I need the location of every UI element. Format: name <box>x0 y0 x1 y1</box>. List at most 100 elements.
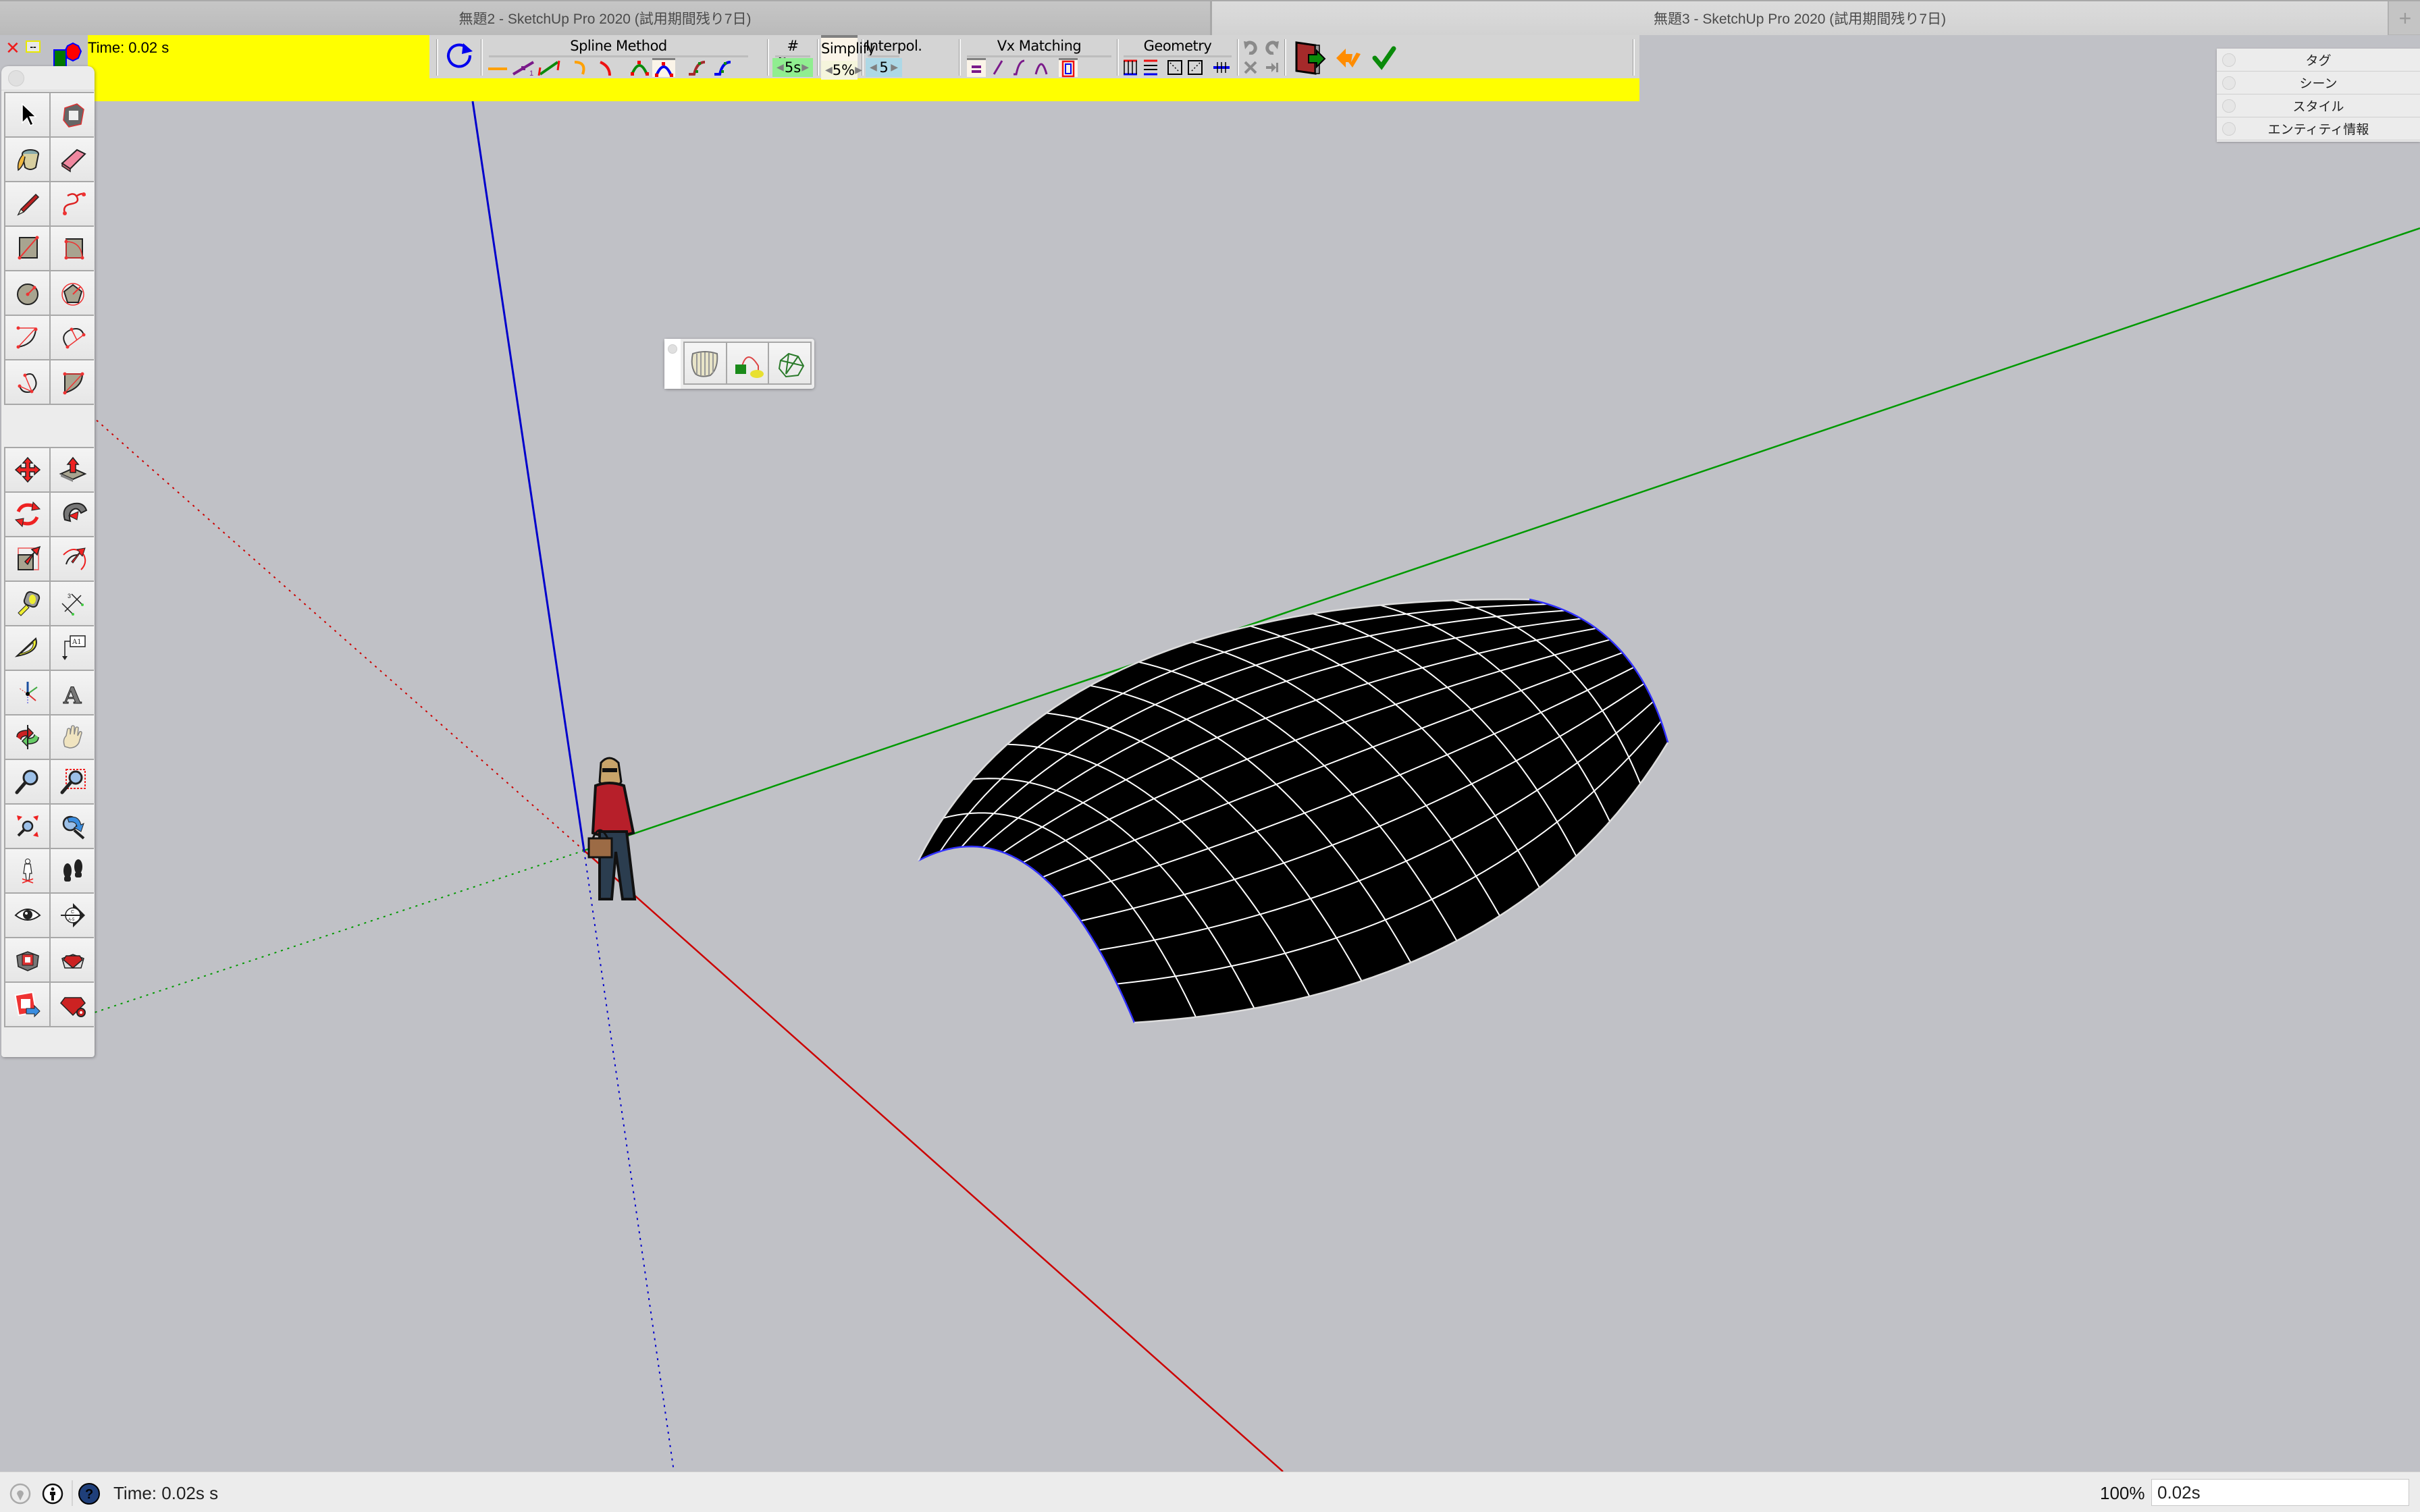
rotate-tool[interactable] <box>5 493 49 536</box>
zoom-extents-tool[interactable] <box>5 805 49 848</box>
curviloft-skin-button[interactable] <box>685 343 726 383</box>
follow-me-tool[interactable] <box>51 493 95 536</box>
move-tool[interactable] <box>5 448 49 491</box>
new-tab-button[interactable]: + <box>2390 1 2420 35</box>
refresh-button[interactable] <box>443 40 475 73</box>
toolbar-close-dot[interactable] <box>668 344 677 354</box>
exit-button[interactable] <box>1288 38 1329 77</box>
arc-tool[interactable] <box>5 316 49 359</box>
panel-toggle-icon[interactable] <box>2222 53 2236 67</box>
toolbar-grip[interactable] <box>664 339 681 389</box>
geometry-rows-button[interactable] <box>1141 58 1160 77</box>
layout-send-tool[interactable] <box>5 983 49 1026</box>
tab-untitled-2[interactable]: 無題2 - SketchUp Pro 2020 (試用期間残り7日) <box>0 1 1210 35</box>
vx-line-button[interactable] <box>989 58 1007 77</box>
cancel-button[interactable] <box>1241 58 1260 77</box>
circle-tool[interactable] <box>5 271 49 315</box>
panel-toggle-icon[interactable] <box>2222 99 2236 113</box>
method-bezier-green-button[interactable] <box>628 58 651 77</box>
method-bezier-blue-button[interactable] <box>652 58 675 77</box>
text-tool[interactable]: A1 <box>51 626 95 670</box>
select-tool[interactable] <box>5 93 49 136</box>
undo-button[interactable] <box>1241 38 1260 57</box>
scale-tool[interactable] <box>5 537 49 580</box>
paint-bucket-tool[interactable] <box>5 138 49 181</box>
surface-face[interactable] <box>918 599 1668 1023</box>
vx-scurve-button[interactable] <box>1010 58 1029 77</box>
method-arc-red-button[interactable] <box>594 58 617 77</box>
scale-figure-person[interactable] <box>587 757 637 900</box>
dimension-tool[interactable]: 3 <box>51 582 95 625</box>
zoom-tool[interactable] <box>5 760 49 803</box>
geometry-diag1-button[interactable] <box>1165 58 1184 77</box>
line-tool[interactable] <box>5 182 49 225</box>
jump-end-button[interactable] <box>1263 58 1282 77</box>
three-point-arc-tool[interactable] <box>5 360 49 404</box>
vx-equal-button[interactable] <box>967 58 986 77</box>
curviloft-loft-path-button[interactable] <box>727 343 768 383</box>
offset-tool[interactable] <box>51 537 95 580</box>
position-camera-tool[interactable] <box>5 849 49 892</box>
zoom-window-tool[interactable] <box>51 760 95 803</box>
panel-toggle-icon[interactable] <box>2222 122 2236 136</box>
orbit-tool[interactable] <box>5 716 49 759</box>
decrement-arrow[interactable]: ◀ <box>825 65 833 76</box>
extension-warehouse-tool[interactable] <box>51 938 95 981</box>
tape-measure-tool[interactable] <box>5 582 49 625</box>
method-polyline-button[interactable] <box>486 58 509 77</box>
pan-tool[interactable] <box>51 716 95 759</box>
push-pull-tool[interactable] <box>51 448 95 491</box>
minimize-button[interactable]: -- <box>26 40 41 53</box>
protractor-tool[interactable] <box>5 626 49 670</box>
walk-tool[interactable] <box>51 849 95 892</box>
make-component-tool[interactable] <box>51 93 95 136</box>
method-scurve-blue-button[interactable] <box>712 58 735 77</box>
extension-manager-tool[interactable] <box>51 983 95 1026</box>
redo-button[interactable] <box>1263 38 1282 57</box>
section-plane-tool[interactable]: C A-5 <box>51 894 95 937</box>
tray-item-scenes[interactable]: シーン <box>2217 72 2420 94</box>
credits-icon[interactable] <box>42 1483 63 1505</box>
tray-item-styles[interactable]: スタイル <box>2217 94 2420 117</box>
decrement-arrow[interactable]: ◀ <box>870 62 877 73</box>
eraser-tool[interactable] <box>51 138 95 181</box>
vx-frame-button[interactable] <box>1059 58 1078 77</box>
drawing-viewport[interactable] <box>0 35 2420 1472</box>
help-icon[interactable]: ? <box>78 1483 100 1505</box>
method-scurve-brown-button[interactable] <box>686 58 709 77</box>
geometry-columns-button[interactable] <box>1121 58 1140 77</box>
geometry-cross-button[interactable] <box>1211 58 1232 77</box>
palette-close-dot[interactable] <box>8 70 24 86</box>
tray-item-entity-info[interactable]: エンティティ情報 <box>2217 117 2420 140</box>
panel-toggle-icon[interactable] <box>2222 76 2236 90</box>
previous-view-tool[interactable] <box>51 805 95 848</box>
scene-canvas[interactable] <box>0 35 2420 1472</box>
method-polyline-1-button[interactable]: 1 <box>512 58 535 77</box>
increment-arrow[interactable]: ▶ <box>801 62 809 73</box>
validate-button[interactable] <box>1369 45 1399 72</box>
axes-tool[interactable] <box>5 671 49 714</box>
tray-item-tags[interactable]: タグ <box>2217 49 2420 72</box>
freehand-tool[interactable] <box>51 182 95 225</box>
look-around-tool[interactable] <box>5 894 49 937</box>
method-segments-button[interactable] <box>537 58 560 77</box>
vx-arc-button[interactable] <box>1032 58 1051 77</box>
geolocation-icon[interactable] <box>9 1483 31 1505</box>
geometry-diag2-button[interactable] <box>1186 58 1205 77</box>
rectangle-tool[interactable] <box>5 227 49 270</box>
3d-text-tool[interactable]: A <box>51 671 95 714</box>
pie-tool[interactable] <box>51 360 95 404</box>
increment-arrow[interactable]: ▶ <box>891 62 898 73</box>
restore-button[interactable] <box>1334 45 1364 72</box>
rotated-rectangle-tool[interactable] <box>51 227 95 270</box>
two-point-arc-tool[interactable] <box>51 316 95 359</box>
decrement-arrow[interactable]: ◀ <box>777 62 784 73</box>
segments-spinner[interactable]: ◀ 5s ▶ <box>772 58 813 77</box>
3d-warehouse-tool[interactable] <box>5 938 49 981</box>
simplify-spinner[interactable]: ◀ 5% ▶ <box>821 61 862 80</box>
method-arc-orange-button[interactable] <box>570 58 593 77</box>
measurements-input[interactable]: 0.02s <box>2151 1479 2409 1506</box>
interpol-spinner[interactable]: ◀ 5 ▶ <box>866 58 902 77</box>
nurbs-surface[interactable] <box>917 598 1669 1024</box>
palette-header[interactable] <box>1 66 95 90</box>
